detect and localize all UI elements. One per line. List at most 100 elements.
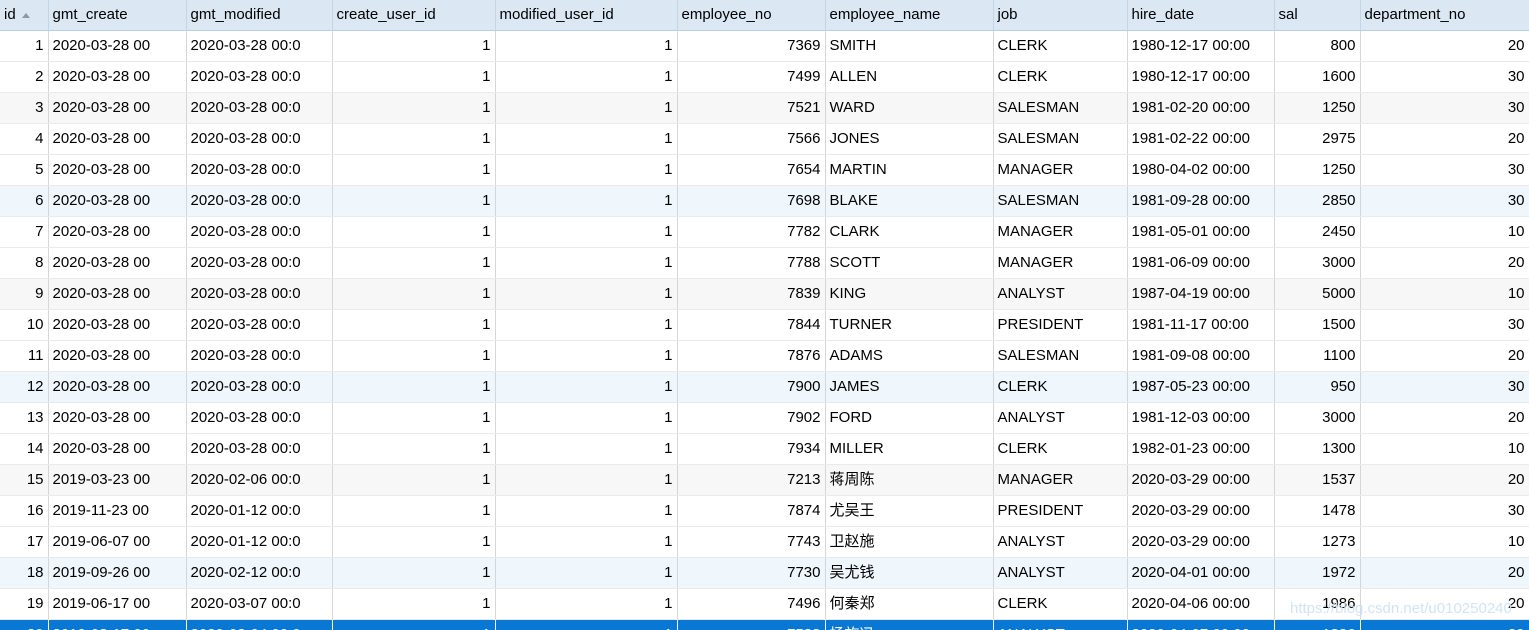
cell-create_user_id[interactable]: 1: [332, 402, 496, 434]
cell-employee_name[interactable]: 卫赵施: [825, 526, 994, 558]
cell-modified_user_id[interactable]: 1: [495, 495, 678, 527]
cell-gmt_modified[interactable]: 2020-03-28 00:0: [186, 278, 333, 310]
cell-department_no[interactable]: 20: [1360, 619, 1529, 630]
table-row[interactable]: 16 2019-11-23 00 2020-01-12 00:0 1 1 7874 尤吴王 P…: [0, 495, 1529, 527]
cell-modified_user_id[interactable]: 1: [495, 92, 678, 124]
cell-employee_no[interactable]: 7876: [677, 340, 826, 372]
cell-employee_name[interactable]: SMITH: [825, 30, 994, 62]
cell-gmt_create[interactable]: 2020-03-28 00: [48, 247, 187, 279]
cell-id[interactable]: 9: [0, 278, 49, 310]
cell-employee_name[interactable]: SCOTT: [825, 247, 994, 279]
cell-job[interactable]: SALESMAN: [993, 92, 1128, 124]
cell-gmt_modified[interactable]: 2020-02-06 00:0: [186, 464, 333, 496]
cell-gmt_modified[interactable]: 2020-02-12 00:0: [186, 557, 333, 589]
cell-create_user_id[interactable]: 1: [332, 371, 496, 403]
cell-job[interactable]: CLERK: [993, 371, 1128, 403]
cell-modified_user_id[interactable]: 1: [495, 30, 678, 62]
cell-modified_user_id[interactable]: 1: [495, 371, 678, 403]
cell-modified_user_id[interactable]: 1: [495, 216, 678, 248]
cell-id[interactable]: 18: [0, 557, 49, 589]
cell-gmt_create[interactable]: 2020-03-28 00: [48, 278, 187, 310]
column-header-modified_user_id[interactable]: modified_user_id: [495, 0, 678, 31]
cell-job[interactable]: CLERK: [993, 588, 1128, 620]
cell-sal[interactable]: 3000: [1274, 402, 1361, 434]
cell-department_no[interactable]: 20: [1360, 340, 1529, 372]
cell-id[interactable]: 13: [0, 402, 49, 434]
cell-employee_name[interactable]: 尤吴王: [825, 495, 994, 527]
cell-job[interactable]: CLERK: [993, 30, 1128, 62]
table-row[interactable]: 10 2020-03-28 00 2020-03-28 00:0 1 1 7844 TURN…: [0, 309, 1529, 341]
column-header-hire_date[interactable]: hire_date: [1127, 0, 1275, 31]
cell-modified_user_id[interactable]: 1: [495, 247, 678, 279]
cell-hire_date[interactable]: 2020-04-06 00:00: [1127, 588, 1275, 620]
cell-employee_name[interactable]: ADAMS: [825, 340, 994, 372]
cell-create_user_id[interactable]: 1: [332, 526, 496, 558]
cell-hire_date[interactable]: 1982-01-23 00:00: [1127, 433, 1275, 465]
cell-hire_date[interactable]: 2020-03-29 00:00: [1127, 495, 1275, 527]
cell-create_user_id[interactable]: 1: [332, 123, 496, 155]
cell-employee_name[interactable]: ALLEN: [825, 61, 994, 93]
cell-create_user_id[interactable]: 1: [332, 557, 496, 589]
cell-department_no[interactable]: 20: [1360, 123, 1529, 155]
column-header-job[interactable]: job: [993, 0, 1128, 31]
cell-employee_no[interactable]: 7934: [677, 433, 826, 465]
cell-modified_user_id[interactable]: 1: [495, 278, 678, 310]
cell-id[interactable]: 15: [0, 464, 49, 496]
cell-gmt_create[interactable]: 2020-03-28 00: [48, 340, 187, 372]
column-header-gmt_create[interactable]: gmt_create: [48, 0, 187, 31]
cell-create_user_id[interactable]: 1: [332, 61, 496, 93]
cell-id[interactable]: 2: [0, 61, 49, 93]
cell-employee_name[interactable]: MARTIN: [825, 154, 994, 186]
cell-id[interactable]: 17: [0, 526, 49, 558]
cell-sal[interactable]: 1250: [1274, 92, 1361, 124]
cell-sal[interactable]: 5000: [1274, 278, 1361, 310]
cell-sal[interactable]: 1273: [1274, 526, 1361, 558]
cell-department_no[interactable]: 20: [1360, 402, 1529, 434]
cell-gmt_modified[interactable]: 2020-01-12 00:0: [186, 495, 333, 527]
cell-sal[interactable]: 1986: [1274, 588, 1361, 620]
cell-employee_name[interactable]: 蒋周陈: [825, 464, 994, 496]
cell-employee_name[interactable]: JONES: [825, 123, 994, 155]
cell-job[interactable]: ANALYST: [993, 526, 1128, 558]
cell-job[interactable]: MANAGER: [993, 464, 1128, 496]
cell-id[interactable]: 3: [0, 92, 49, 124]
cell-modified_user_id[interactable]: 1: [495, 61, 678, 93]
cell-hire_date[interactable]: 2020-04-01 00:00: [1127, 557, 1275, 589]
cell-employee_name[interactable]: TURNER: [825, 309, 994, 341]
cell-sal[interactable]: 1478: [1274, 495, 1361, 527]
cell-department_no[interactable]: 20: [1360, 464, 1529, 496]
cell-id[interactable]: 20: [0, 619, 49, 630]
cell-sal[interactable]: 1500: [1274, 309, 1361, 341]
cell-employee_no[interactable]: 7654: [677, 154, 826, 186]
cell-department_no[interactable]: 30: [1360, 61, 1529, 93]
cell-hire_date[interactable]: 1981-05-01 00:00: [1127, 216, 1275, 248]
cell-employee_name[interactable]: 杨施冯: [825, 619, 994, 630]
cell-gmt_create[interactable]: 2019-09-26 00: [48, 557, 187, 589]
cell-hire_date[interactable]: 1980-04-02 00:00: [1127, 154, 1275, 186]
cell-modified_user_id[interactable]: 1: [495, 402, 678, 434]
cell-job[interactable]: ANALYST: [993, 278, 1128, 310]
cell-gmt_create[interactable]: 2019-11-23 00: [48, 495, 187, 527]
table-row[interactable]: 19 2019-06-17 00 2020-03-07 00:0 1 1 7496 何秦郑 C…: [0, 588, 1529, 620]
cell-create_user_id[interactable]: 1: [332, 464, 496, 496]
table-row[interactable]: 2 2020-03-28 00 2020-03-28 00:0 1 1 7499 ALLEN…: [0, 61, 1529, 93]
cell-employee_name[interactable]: MILLER: [825, 433, 994, 465]
cell-gmt_create[interactable]: 2020-03-28 00: [48, 185, 187, 217]
cell-gmt_create[interactable]: 2020-03-28 00: [48, 433, 187, 465]
cell-department_no[interactable]: 30: [1360, 92, 1529, 124]
table-row[interactable]: 3 2020-03-28 00 2020-03-28 00:0 1 1 7521 WARD S…: [0, 92, 1529, 124]
cell-employee_no[interactable]: 7369: [677, 30, 826, 62]
cell-job[interactable]: ANALYST: [993, 557, 1128, 589]
table-row[interactable]: 15 2019-03-23 00 2020-02-06 00:0 1 1 7213 蒋周陈 M…: [0, 464, 1529, 496]
cell-sal[interactable]: 3000: [1274, 247, 1361, 279]
cell-id[interactable]: 14: [0, 433, 49, 465]
cell-department_no[interactable]: 10: [1360, 278, 1529, 310]
cell-hire_date[interactable]: 1987-04-19 00:00: [1127, 278, 1275, 310]
cell-job[interactable]: SALESMAN: [993, 340, 1128, 372]
cell-gmt_create[interactable]: 2020-03-28 00: [48, 123, 187, 155]
cell-department_no[interactable]: 30: [1360, 371, 1529, 403]
cell-id[interactable]: 8: [0, 247, 49, 279]
cell-gmt_create[interactable]: 2020-03-28 00: [48, 30, 187, 62]
cell-gmt_modified[interactable]: 2020-03-28 00:0: [186, 92, 333, 124]
cell-employee_name[interactable]: JAMES: [825, 371, 994, 403]
